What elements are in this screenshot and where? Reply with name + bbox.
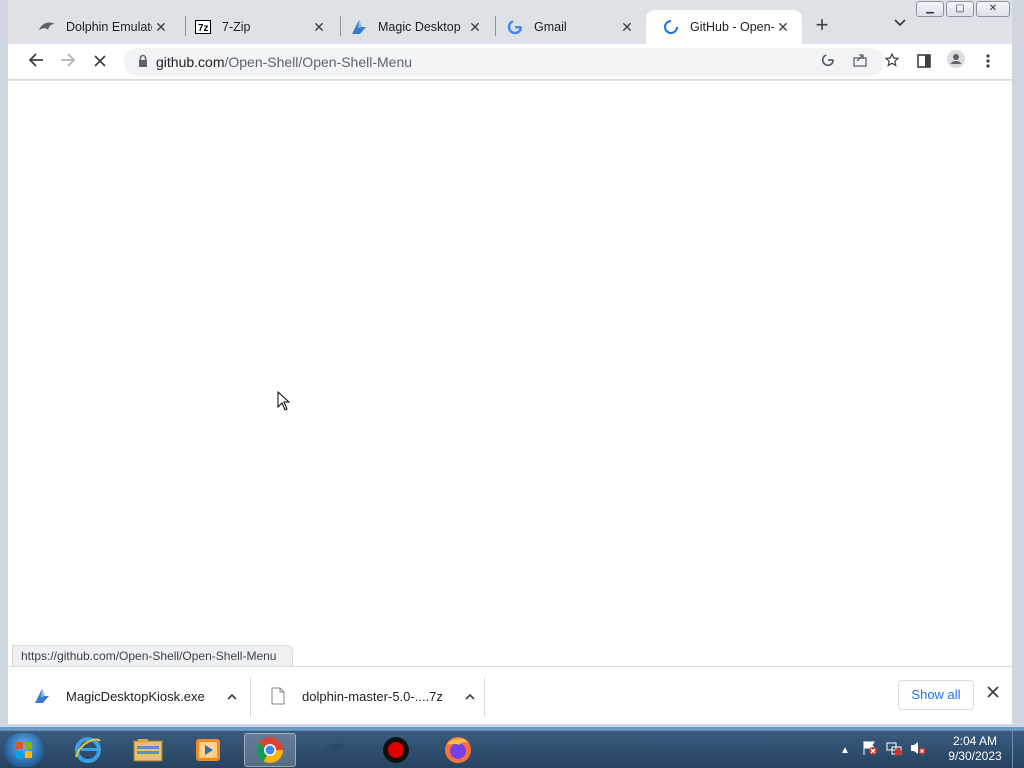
download-shelf: MagicDesktopKiosk.exe dolphin-master-5.0…	[8, 666, 1012, 724]
record-icon[interactable]	[370, 733, 422, 767]
profile-button[interactable]	[944, 50, 968, 74]
download-item-magicdesktop[interactable]: MagicDesktopKiosk.exe	[32, 677, 237, 715]
side-panel-icon	[917, 54, 931, 68]
close-window-button[interactable]: ✕	[976, 1, 1010, 17]
file-icon	[268, 686, 288, 706]
magic-desktop-icon	[32, 686, 52, 706]
tab-7zip[interactable]: 7z 7-Zip ✕	[178, 10, 338, 44]
file-explorer-icon[interactable]	[122, 733, 174, 767]
share-button[interactable]	[850, 52, 870, 72]
arrow-right-icon	[61, 53, 76, 67]
internet-explorer-icon[interactable]	[62, 733, 114, 767]
menu-button[interactable]	[976, 50, 1000, 74]
show-desktop-button[interactable]	[1012, 731, 1024, 768]
svg-text:7z: 7z	[198, 23, 209, 34]
magic-desktop-icon	[350, 18, 368, 36]
google-lens-button[interactable]	[818, 52, 838, 72]
chrome-window: Dolphin Emulator ✕ 7z 7-Zip ✕ Magic Desk…	[0, 0, 1024, 727]
tab-magic-desktop[interactable]: Magic Desktop ✕	[334, 10, 494, 44]
chrome-icon[interactable]	[244, 733, 296, 767]
kebab-menu-icon	[986, 54, 990, 68]
taskbar: ▲ 2:04 AM 9/30/2023	[0, 730, 1024, 768]
avatar-icon	[947, 50, 965, 68]
windows-logo-icon	[16, 742, 32, 758]
google-icon	[506, 18, 524, 36]
side-panel-button[interactable]	[912, 50, 936, 74]
tab-github[interactable]: GitHub - Open-S ✕	[646, 10, 802, 44]
show-all-button[interactable]: Show all	[898, 680, 974, 710]
share-icon	[853, 54, 867, 67]
action-center-icon[interactable]	[862, 740, 878, 761]
back-button[interactable]	[24, 50, 48, 74]
clock-time: 2:04 AM	[952, 734, 998, 748]
volume-muted-icon[interactable]	[910, 740, 926, 761]
page-content: https://github.com/Open-Shell/Open-Shell…	[8, 81, 1012, 667]
close-icon[interactable]: ✕	[152, 19, 170, 36]
firefox-icon[interactable]	[432, 733, 484, 767]
tab-title: 7-Zip	[222, 20, 251, 34]
clock-date: 9/30/2023	[948, 749, 1002, 763]
dolphin-icon	[38, 18, 56, 36]
system-tray: ▲	[840, 735, 926, 765]
new-tab-button[interactable]: +	[808, 14, 836, 38]
download-filename: dolphin-master-5.0-....7z	[302, 688, 443, 704]
dolphin-app-icon[interactable]	[308, 733, 360, 767]
download-filename: MagicDesktopKiosk.exe	[66, 688, 205, 704]
tab-title: GitHub - Open-S	[690, 20, 774, 34]
loading-spinner-icon	[662, 18, 680, 36]
close-icon[interactable]: ✕	[774, 19, 792, 36]
forward-button[interactable]	[56, 50, 80, 74]
arrow-left-icon	[28, 53, 43, 67]
download-item-dolphin[interactable]: dolphin-master-5.0-....7z	[268, 677, 475, 715]
url-path: /Open-Shell/Open-Shell-Menu	[224, 54, 413, 70]
url-host: github.com	[156, 54, 225, 70]
mouse-cursor-icon	[277, 390, 291, 416]
7zip-icon: 7z	[194, 18, 212, 36]
tab-strip: Dolphin Emulator ✕ 7z 7-Zip ✕ Magic Desk…	[8, 0, 1012, 44]
tab-title: Dolphin Emulator	[66, 20, 152, 34]
download-separator	[484, 677, 485, 717]
stop-icon	[94, 55, 106, 67]
start-button[interactable]	[4, 733, 44, 767]
chevron-down-icon	[894, 19, 906, 27]
maximize-button[interactable]: ▢	[946, 1, 974, 17]
lock-icon	[138, 54, 148, 68]
stop-loading-button[interactable]	[88, 50, 112, 74]
media-player-icon[interactable]	[182, 733, 234, 767]
google-icon	[821, 53, 835, 67]
browser-toolbar: github.com/Open-Shell/Open-Shell-Menu	[8, 44, 1012, 80]
tab-gmail[interactable]: Gmail ✕	[490, 10, 646, 44]
url-text: github.com/Open-Shell/Open-Shell-Menu	[156, 54, 412, 70]
status-bubble: https://github.com/Open-Shell/Open-Shell…	[12, 645, 294, 667]
download-separator	[250, 677, 251, 717]
close-icon[interactable]: ✕	[310, 19, 328, 36]
close-shelf-button[interactable]	[982, 683, 1004, 705]
address-bar[interactable]: github.com/Open-Shell/Open-Shell-Menu	[124, 48, 900, 76]
network-icon[interactable]	[886, 740, 902, 761]
chevron-up-icon[interactable]	[227, 689, 237, 703]
bookmark-button[interactable]	[882, 52, 902, 72]
tab-search-button[interactable]	[888, 16, 912, 36]
chevron-up-icon[interactable]	[465, 689, 475, 703]
close-icon	[987, 686, 999, 698]
tab-title: Magic Desktop	[378, 20, 461, 34]
close-icon[interactable]: ✕	[618, 19, 636, 36]
show-hidden-icons-button[interactable]: ▲	[840, 745, 850, 756]
tab-dolphin-emulator[interactable]: Dolphin Emulator ✕	[22, 10, 180, 44]
tab-title: Gmail	[534, 20, 567, 34]
close-icon[interactable]: ✕	[466, 19, 484, 36]
star-icon	[884, 52, 900, 67]
clock[interactable]: 2:04 AM 9/30/2023	[944, 734, 1006, 764]
minimize-button[interactable]: ▁	[916, 1, 944, 17]
